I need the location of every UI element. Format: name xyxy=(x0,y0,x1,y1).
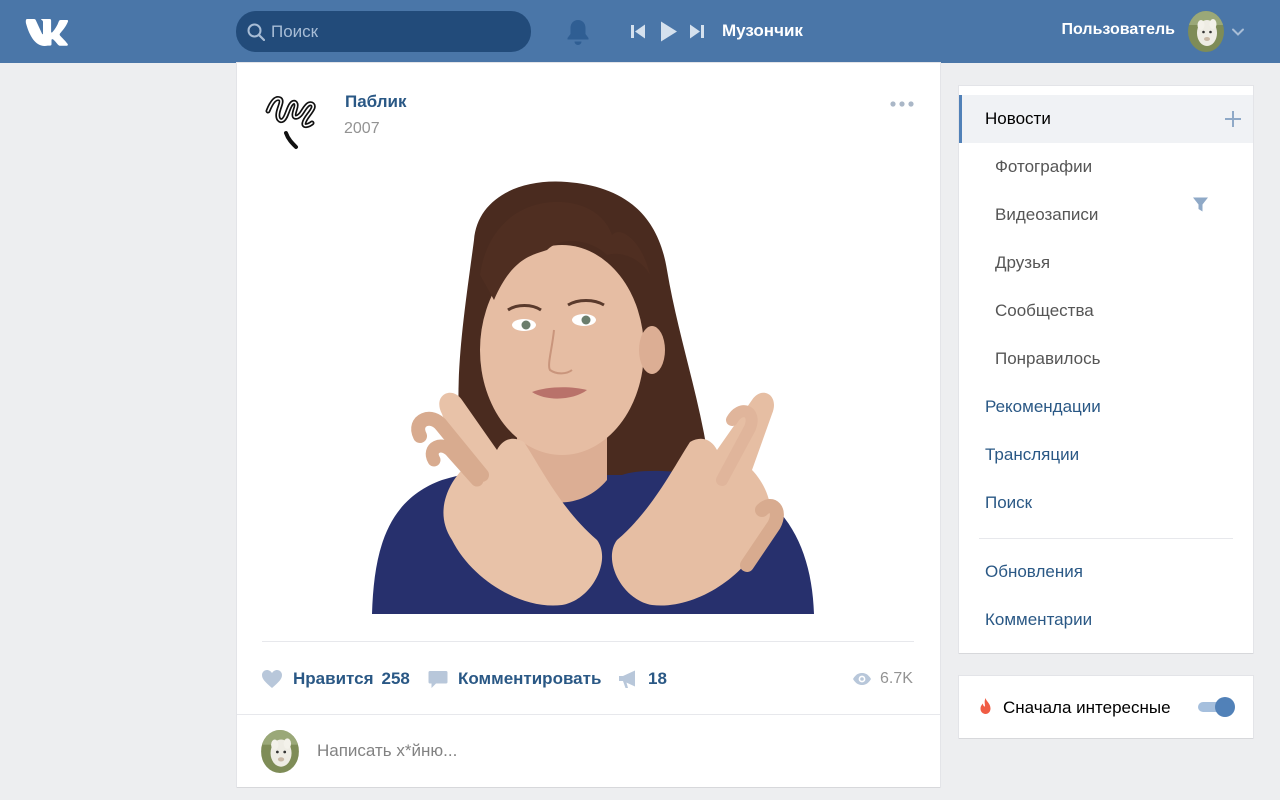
interesting-first-card: Сначала интересные xyxy=(959,676,1253,738)
post-date[interactable]: 2007 xyxy=(344,120,380,138)
plus-icon[interactable] xyxy=(1224,110,1242,128)
comment-divider xyxy=(237,714,940,715)
like-count: 258 xyxy=(381,669,410,688)
menu-item-recommendations[interactable]: Рекомендации xyxy=(959,383,1253,431)
menu-item-label: Друзья xyxy=(995,253,1051,272)
share-count: 18 xyxy=(648,669,667,688)
post-divider xyxy=(262,641,914,642)
toggle-label: Сначала интересные xyxy=(1003,698,1171,717)
menu-item-videos[interactable]: Видеозаписи xyxy=(959,191,1253,239)
menu-item-label: Фотографии xyxy=(995,157,1093,176)
next-icon[interactable] xyxy=(689,23,705,40)
news-filter-menu: Новости Фотографии Видеозаписи Друзья Со… xyxy=(959,86,1253,653)
share-button[interactable]: 18 xyxy=(618,667,667,691)
menu-item-label: Понравилось xyxy=(995,349,1101,368)
menu-item-news[interactable]: Новости xyxy=(959,95,1253,143)
bell-icon[interactable] xyxy=(565,18,591,46)
interesting-first-toggle[interactable] xyxy=(1198,696,1235,718)
comment-icon xyxy=(428,670,448,688)
search-box xyxy=(236,11,531,52)
more-icon[interactable] xyxy=(889,99,915,109)
avatar[interactable] xyxy=(1188,11,1224,52)
search-icon xyxy=(247,23,265,41)
menu-item-label: Видеозаписи xyxy=(995,205,1099,224)
comment-label: Комментировать xyxy=(458,669,602,688)
menu-item-search[interactable]: Поиск xyxy=(959,479,1253,527)
menu-item-label: Комментарии xyxy=(985,610,1093,629)
menu-divider xyxy=(979,538,1233,539)
fire-icon xyxy=(980,698,991,714)
prev-icon[interactable] xyxy=(630,23,646,40)
megaphone-icon xyxy=(619,670,635,688)
menu-item-liked[interactable]: Понравилось xyxy=(959,335,1253,383)
comment-button[interactable]: Комментировать xyxy=(428,667,601,691)
user-name[interactable]: Пользователь xyxy=(1062,21,1175,39)
vk-logo[interactable] xyxy=(25,14,69,48)
toggle-knob xyxy=(1215,697,1235,717)
menu-item-label: Обновления xyxy=(985,562,1083,581)
top-header: Музончик Пользователь xyxy=(0,0,1280,63)
views-counter: 6.7K xyxy=(852,667,913,691)
search-input[interactable] xyxy=(271,11,521,52)
heart-icon xyxy=(262,670,282,688)
menu-item-comments[interactable]: Комментарии xyxy=(959,596,1253,644)
like-button[interactable]: Нравится 258 xyxy=(261,667,410,691)
post-photo[interactable] xyxy=(262,180,914,614)
menu-item-label: Рекомендации xyxy=(985,397,1101,416)
views-count: 6.7K xyxy=(880,670,913,687)
community-avatar[interactable] xyxy=(262,81,326,153)
comment-avatar[interactable] xyxy=(261,730,299,773)
menu-item-friends[interactable]: Друзья xyxy=(959,239,1253,287)
menu-item-communities[interactable]: Сообщества xyxy=(959,287,1253,335)
menu-item-updates[interactable]: Обновления xyxy=(959,548,1253,596)
like-label: Нравится xyxy=(293,669,374,688)
menu-item-label: Новости xyxy=(985,109,1051,128)
eye-icon xyxy=(853,673,871,685)
post-author[interactable]: Паблик xyxy=(345,92,407,112)
menu-item-label: Сообщества xyxy=(995,301,1094,320)
menu-item-photos[interactable]: Фотографии xyxy=(959,143,1253,191)
post-card: Паблик 2007 Нравится 258 Комментировать … xyxy=(237,63,940,787)
menu-item-label: Трансляции xyxy=(985,445,1080,464)
menu-item-broadcasts[interactable]: Трансляции xyxy=(959,431,1253,479)
chevron-down-icon[interactable] xyxy=(1231,27,1245,37)
comment-input[interactable] xyxy=(317,733,877,769)
menu-item-label: Поиск xyxy=(985,493,1033,512)
play-icon[interactable] xyxy=(659,20,678,43)
player-track-title[interactable]: Музончик xyxy=(722,21,803,41)
